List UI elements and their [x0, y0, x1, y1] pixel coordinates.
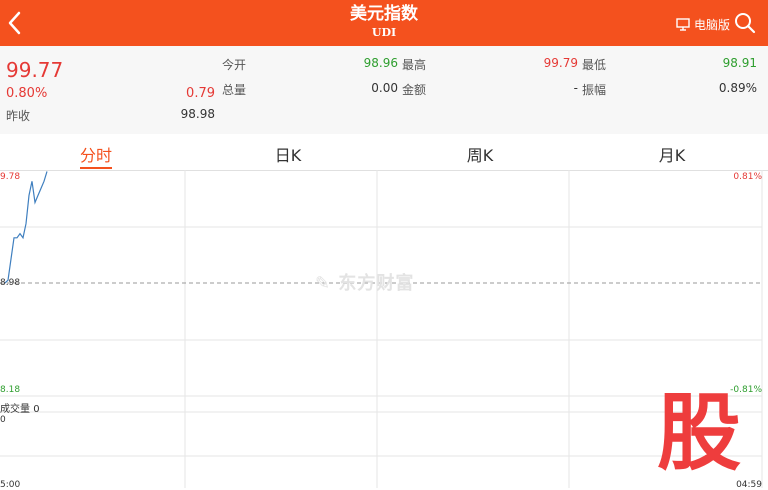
change-value: 0.79 — [186, 86, 215, 101]
amount-label: 金额 — [402, 83, 427, 97]
open-label: 今开 — [222, 58, 247, 72]
app-header: 美元指数 UDI 电脑版 — [0, 0, 768, 46]
pc-version-button[interactable]: 电脑版 — [676, 16, 730, 33]
monitor-icon — [676, 18, 690, 31]
watermark-text: 东方财富 — [338, 273, 415, 294]
low-label: 最低 — [582, 58, 607, 72]
tab-monthly-k[interactable]: 月K — [576, 142, 768, 166]
tab-daily-k[interactable]: 日K — [192, 142, 384, 166]
active-tab-underline — [80, 167, 112, 169]
amplitude-label: 振幅 — [582, 83, 607, 97]
volume-header: 成交量 0 — [0, 400, 40, 415]
x-label-start: 5:00 — [0, 480, 21, 490]
volume-chart-value: 0 — [33, 404, 40, 415]
change-percent: 0.80% — [6, 86, 48, 101]
pc-version-label: 电脑版 — [693, 18, 730, 32]
watermark: ✎ 东方财富 — [315, 269, 414, 295]
chart-tabs: 分时 日K 周K 月K — [0, 134, 768, 171]
page-title: 美元指数 — [350, 4, 418, 24]
y-label-top-left: 9.78 — [0, 172, 21, 182]
amplitude-value: 0.89% — [718, 81, 757, 95]
tab-monthly-k-label: 月K — [658, 146, 686, 165]
volume-value: 0.00 — [371, 81, 398, 95]
prev-close-label: 昨收 — [6, 109, 31, 123]
high-value: 99.79 — [543, 56, 578, 70]
page-subtitle: UDI — [371, 26, 397, 39]
stock-app-badge[interactable]: 股 — [657, 389, 757, 477]
amount-value: - — [573, 81, 578, 95]
last-price: 99.77 — [6, 58, 64, 82]
prev-close-value: 98.98 — [180, 107, 215, 121]
tab-daily-k-label: 日K — [274, 146, 302, 165]
high-label: 最高 — [402, 58, 427, 72]
volume-axis-value: 0 — [0, 415, 6, 425]
intraday-chart[interactable] — [0, 170, 768, 488]
y-label-top-right: 0.81% — [733, 172, 762, 182]
tab-weekly-k-label: 周K — [466, 146, 494, 165]
low-value: 98.91 — [722, 56, 757, 70]
open-value: 98.96 — [363, 56, 398, 70]
tab-weekly-k[interactable]: 周K — [384, 142, 576, 166]
y-label-bottom-left: 8.18 — [0, 385, 21, 395]
chart-grid — [0, 170, 763, 488]
watermark-logo-icon: ✎ — [315, 273, 332, 294]
quote-panel: 99.77 0.80% 0.79 昨收 98.98 今开 98.96 最高 99… — [0, 46, 768, 134]
y-label-mid-left: 8.98 — [0, 278, 21, 288]
tab-intraday-label: 分时 — [79, 146, 112, 165]
tab-intraday[interactable]: 分时 — [0, 142, 192, 169]
search-icon[interactable] — [734, 12, 756, 34]
volume-label: 总量 — [222, 83, 247, 97]
volume-chart-label: 成交量 — [0, 404, 30, 415]
